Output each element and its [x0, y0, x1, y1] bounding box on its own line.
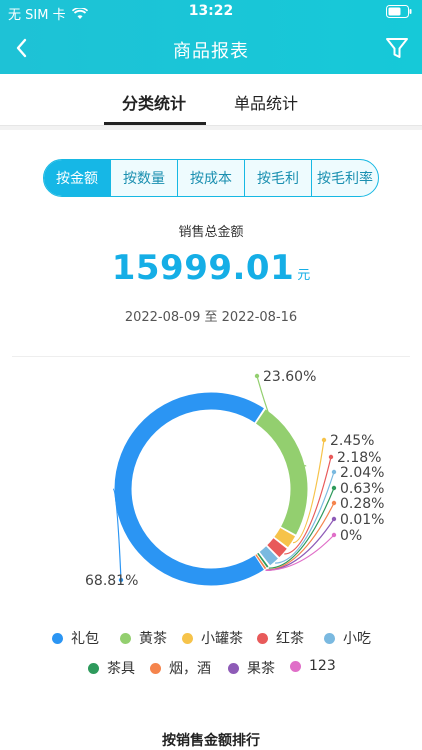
legend-label: 烟，酒 — [169, 661, 211, 677]
legend-item-2[interactable]: 小罐茶 — [182, 628, 243, 648]
slice-label-0: 68.81% — [85, 573, 138, 589]
tab-bar: 分类统计 单品统计 — [0, 74, 422, 126]
slice-label-5: 0.63% — [340, 481, 384, 497]
legend-dot — [228, 662, 239, 674]
legend-dot — [52, 632, 63, 644]
label-anchor-dot-1 — [254, 373, 260, 379]
nav-bar: 商品报表 — [0, 24, 422, 74]
slice-label-6: 0.28% — [340, 496, 384, 512]
app-header: 无 SIM 卡 13:22 商品报表 — [0, 0, 422, 74]
page-title: 商品报表 — [173, 41, 249, 62]
donut-slice-3[interactable] — [267, 538, 287, 558]
legend-label: 黄茶 — [139, 631, 167, 647]
donut-slice-6[interactable] — [255, 554, 267, 570]
slice-label-2: 2.45% — [330, 433, 374, 449]
legend-item-1[interactable]: 黄茶 — [120, 628, 167, 648]
legend-item-7[interactable]: 果茶 — [228, 658, 275, 678]
donut-slice-4[interactable] — [259, 546, 278, 566]
legend-dot — [120, 632, 131, 644]
donut-slice-2[interactable] — [274, 527, 296, 548]
legend-label: 红茶 — [276, 631, 304, 647]
legend-label: 小吃 — [343, 631, 371, 647]
label-anchor-dot-6 — [331, 500, 337, 506]
label-anchor-dot-3 — [328, 454, 334, 460]
battery-icon — [386, 5, 412, 22]
legend-label: 茶具 — [107, 661, 135, 677]
tab-category-stats[interactable]: 分类统计 — [122, 90, 186, 114]
legend-item-0[interactable]: 礼包 — [52, 628, 99, 648]
status-bar: 无 SIM 卡 13:22 — [0, 0, 422, 24]
slice-label-8: 0% — [340, 528, 362, 544]
legend-dot — [182, 632, 193, 644]
legend-label: 小罐茶 — [201, 631, 243, 647]
report-card: 按金额 按数量 按成本 按毛利 按毛利率 销售总金额 15999.01 元 202… — [0, 130, 422, 750]
donut-slice-5[interactable] — [257, 552, 269, 568]
legend-item-4[interactable]: 小吃 — [324, 628, 371, 648]
legend-dot — [290, 660, 301, 672]
label-anchor-dot-4 — [331, 469, 337, 475]
label-anchor-dot-5 — [331, 485, 337, 491]
legend-dot — [150, 662, 161, 674]
legend-dot — [257, 632, 268, 644]
category-donut-chart: 68.81% 23.60% 2.45%2.18%2.04%0.63%0.28%0.0… — [85, 369, 384, 589]
legend-item-5[interactable]: 茶具 — [88, 658, 135, 678]
label-anchor-dot-7 — [331, 516, 337, 522]
label-anchor-dot-2 — [321, 437, 327, 443]
ranking-section-title: 按销售金额排行 — [162, 733, 260, 749]
slice-label-1: 23.60% — [263, 369, 316, 385]
legend-dot — [324, 632, 335, 644]
label-anchor-dot-8 — [331, 532, 337, 538]
legend-item-8[interactable]: 123 — [290, 658, 336, 674]
screen: 无 SIM 卡 13:22 商品报表 分类统计 单品统计 按金额 按数量 按成本… — [0, 0, 422, 750]
legend-label: 礼包 — [71, 631, 99, 647]
legend-item-3[interactable]: 红茶 — [257, 628, 304, 648]
slice-label-7: 0.01% — [340, 512, 384, 528]
legend-label: 果茶 — [247, 661, 275, 677]
slice-label-4: 2.04% — [340, 465, 384, 481]
slice-label-3: 2.18% — [337, 450, 381, 466]
status-time: 13:22 — [188, 3, 234, 19]
legend-item-6[interactable]: 烟，酒 — [150, 658, 211, 678]
donut-slice-0[interactable] — [114, 392, 264, 586]
donut-slice-1[interactable] — [255, 409, 308, 535]
legend-label: 123 — [309, 658, 336, 674]
legend-dot — [88, 662, 99, 674]
filter-icon[interactable] — [384, 35, 410, 61]
active-tab-indicator — [104, 122, 206, 125]
tab-item-stats[interactable]: 单品统计 — [234, 90, 298, 114]
